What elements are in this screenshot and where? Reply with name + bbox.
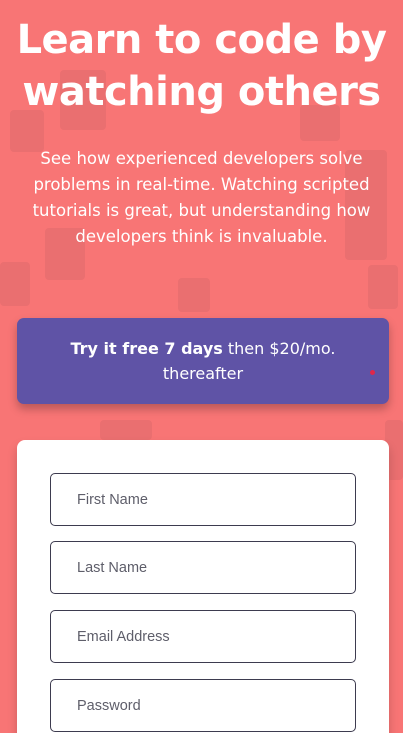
hero-title: Learn to code by watching others <box>0 14 403 118</box>
hero-title-line-1: Learn to code by <box>16 17 387 63</box>
first-name-field[interactable] <box>50 473 356 526</box>
last-name-field[interactable] <box>50 541 356 594</box>
email-field[interactable] <box>50 610 356 663</box>
password-field[interactable] <box>50 679 356 732</box>
hero-title-line-2: watching others <box>22 69 381 115</box>
trial-offer-bold: Try it free 7 days <box>70 339 223 358</box>
trial-banner[interactable]: Try it free 7 days then $20/mo. thereaft… <box>17 318 389 404</box>
notification-dot <box>370 370 375 375</box>
signup-form-card <box>17 440 389 733</box>
hero-subtitle: See how experienced developers solve pro… <box>32 149 371 246</box>
